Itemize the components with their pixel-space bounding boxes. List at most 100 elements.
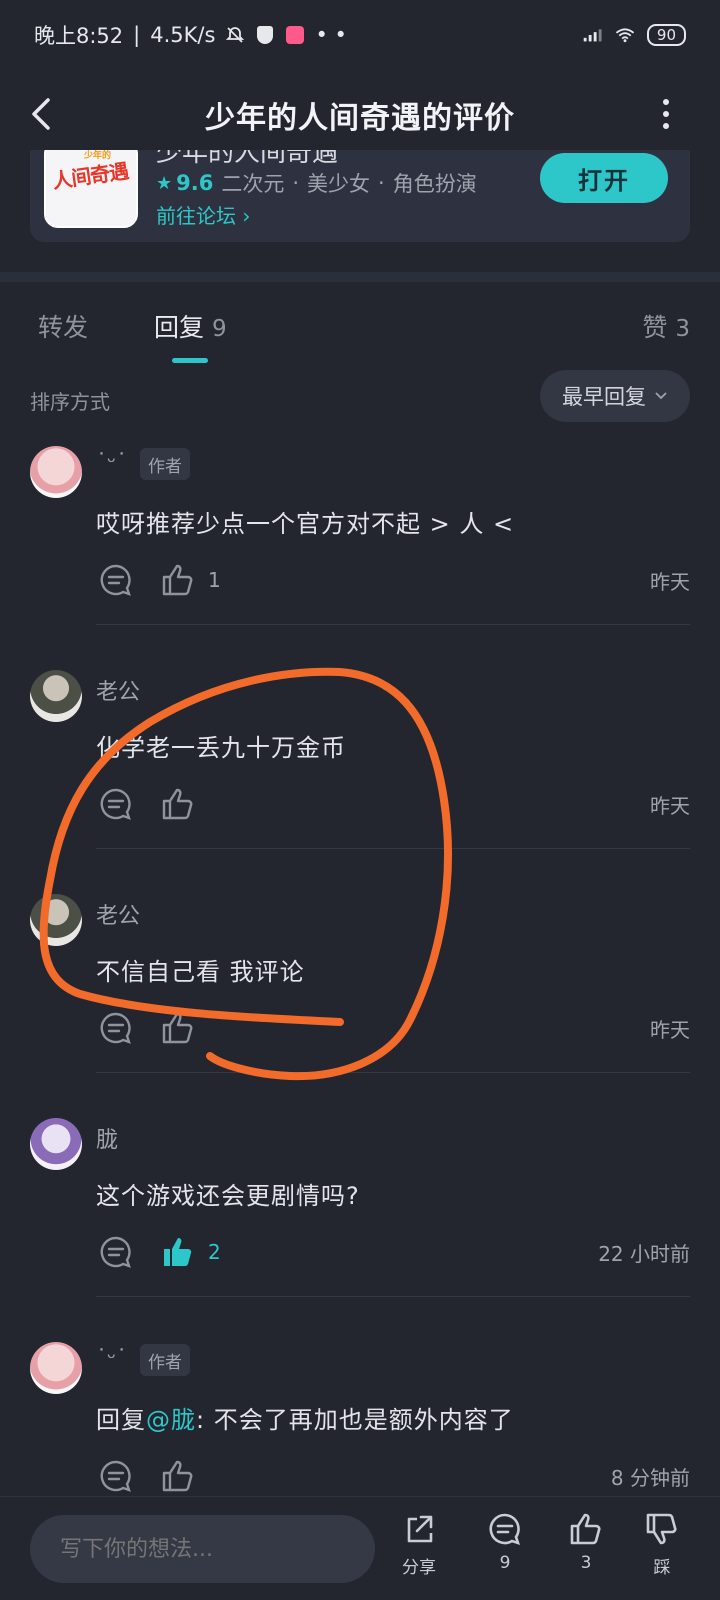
- pink-app-icon: [285, 25, 305, 45]
- rating-value: 9.6: [176, 171, 214, 195]
- thumbs-up-icon: [162, 1460, 193, 1492]
- like-button[interactable]: [158, 784, 198, 824]
- sort-label: 排序方式: [30, 390, 110, 414]
- section-divider: [0, 272, 720, 282]
- game-card[interactable]: 少年的 人间奇遇 少年的人间奇遇 ★ 9.6 二次元 · 美少女 · 角色扮演 …: [30, 150, 690, 242]
- reply-actions: [96, 782, 198, 826]
- reply-content[interactable]: 回复@胧: 不会了再加也是额外内容了: [96, 1400, 514, 1435]
- reply-item: ˙ᵕ˙ 作者 哎呀推荐少点一个官方对不起 > 人 < 1 昨天: [0, 446, 720, 670]
- like-post-button[interactable]: 3: [556, 1511, 616, 1591]
- bottom-bar: 分享 9 3 踩: [0, 1496, 720, 1600]
- comment-button[interactable]: [96, 1456, 136, 1496]
- avatar[interactable]: [30, 894, 82, 946]
- thumbs-down-icon: [646, 1513, 677, 1545]
- comment-button[interactable]: [96, 560, 136, 600]
- reply-time: 昨天: [650, 1018, 690, 1042]
- avatar[interactable]: [30, 446, 82, 498]
- tag-separator: ·: [378, 171, 385, 195]
- avatar[interactable]: [30, 670, 82, 722]
- sort-dropdown[interactable]: 最早回复: [540, 370, 690, 422]
- game-icon-logo-text: 人间奇遇: [50, 158, 130, 194]
- reply-content[interactable]: 不信自己看 我评论: [96, 952, 305, 987]
- share-button[interactable]: 分享: [389, 1511, 449, 1591]
- status-separator: |: [133, 23, 141, 47]
- reply-time: 昨天: [650, 794, 690, 818]
- comment-icon: [100, 564, 131, 596]
- tab-forward[interactable]: 转发: [38, 308, 88, 344]
- tag: 角色扮演: [392, 172, 477, 196]
- comment-button[interactable]: [96, 1232, 136, 1272]
- page-title: 少年的人间奇遇的评价: [205, 101, 515, 136]
- reply-divider: [96, 1296, 690, 1297]
- back-arrow-icon: [32, 98, 50, 130]
- reply-actions: 1: [96, 558, 221, 602]
- tab-reply[interactable]: 回复 9: [154, 308, 227, 344]
- tab-like-count: 3: [675, 316, 690, 342]
- username[interactable]: 老公: [96, 674, 140, 706]
- tab-bar: 转发 回复 9 赞3: [0, 300, 720, 370]
- dislike-label: 踩: [653, 1558, 671, 1578]
- game-name: 少年的人间奇遇: [156, 150, 339, 168]
- tab-reply-label: 回复: [154, 313, 205, 342]
- reply-content[interactable]: 这个游戏还会更剧情吗?: [96, 1176, 360, 1211]
- tab-forward-label: 转发: [38, 313, 89, 342]
- forum-link-label: 前往论坛: [156, 204, 236, 228]
- avatar[interactable]: [30, 1118, 82, 1170]
- game-rating: ★ 9.6: [156, 171, 213, 195]
- comment-button[interactable]: [96, 1008, 136, 1048]
- reply-item: 老公 不信自己看 我评论 昨天: [0, 894, 720, 1118]
- share-label: 分享: [402, 1558, 436, 1578]
- chevron-right-icon: ›: [242, 204, 251, 228]
- mention-link[interactable]: @胧: [146, 1406, 196, 1434]
- likes-count: 3: [580, 1553, 592, 1573]
- tab-like[interactable]: 赞3: [642, 308, 690, 344]
- game-icon[interactable]: 少年的 人间奇遇: [44, 150, 138, 228]
- comment-button[interactable]: [96, 784, 136, 824]
- status-bar: 晚上8:52 | 4.5K/s • • 90: [0, 0, 720, 70]
- reply-actions: [96, 1454, 198, 1498]
- reply-content[interactable]: 哎呀推荐少点一个官方对不起 > 人 <: [96, 504, 514, 539]
- reply-actions: 2: [96, 1230, 221, 1274]
- battery-indicator: 90: [646, 24, 686, 46]
- like-button[interactable]: [158, 1456, 198, 1496]
- username[interactable]: 胧: [96, 1122, 118, 1154]
- avatar[interactable]: [30, 1342, 82, 1394]
- like-count: 2: [208, 1240, 221, 1264]
- comments-button[interactable]: 9: [475, 1511, 535, 1591]
- forum-link[interactable]: 前往论坛 ›: [156, 200, 250, 229]
- username[interactable]: 老公: [96, 898, 140, 930]
- reply-divider: [96, 1072, 690, 1073]
- reply-time: 22 小时前: [598, 1242, 690, 1266]
- comment-icon: [100, 1236, 131, 1268]
- back-button[interactable]: [26, 92, 66, 136]
- like-count: 1: [208, 568, 221, 592]
- comments-count: 9: [499, 1553, 511, 1573]
- comment-icon: [100, 1460, 131, 1492]
- sort-option: 最早回复: [562, 385, 646, 409]
- username[interactable]: ˙ᵕ˙: [96, 450, 127, 475]
- tag: 美少女: [307, 172, 371, 196]
- reply-item: 老公 化学老一丢九十万金币 昨天: [0, 670, 720, 894]
- chevron-down-icon: [655, 392, 667, 400]
- comment-input[interactable]: [30, 1515, 375, 1583]
- more-options-button[interactable]: [656, 92, 676, 136]
- star-icon: ★: [156, 172, 173, 194]
- reply-divider: [96, 848, 690, 849]
- thumbs-up-icon: [570, 1513, 601, 1545]
- username[interactable]: ˙ᵕ˙: [96, 1346, 127, 1371]
- like-button[interactable]: [158, 560, 198, 600]
- status-time: 晚上8:52: [34, 24, 124, 48]
- open-game-button[interactable]: 打开: [540, 153, 668, 203]
- signal-icon: [583, 25, 603, 45]
- reply-content[interactable]: 化学老一丢九十万金币: [96, 728, 346, 763]
- like-button-active[interactable]: [158, 1232, 198, 1272]
- like-button[interactable]: [158, 1008, 198, 1048]
- shield-app-icon: [255, 25, 275, 45]
- thumbs-up-filled-icon: [164, 1238, 192, 1266]
- page-header: 少年的人间奇遇的评价: [0, 70, 720, 160]
- reply-time: 8 分钟前: [610, 1466, 690, 1490]
- mute-bell-icon: [225, 25, 245, 45]
- dislike-button[interactable]: 踩: [632, 1511, 692, 1591]
- comment-icon: [100, 1012, 131, 1044]
- tag-separator: ·: [292, 171, 300, 195]
